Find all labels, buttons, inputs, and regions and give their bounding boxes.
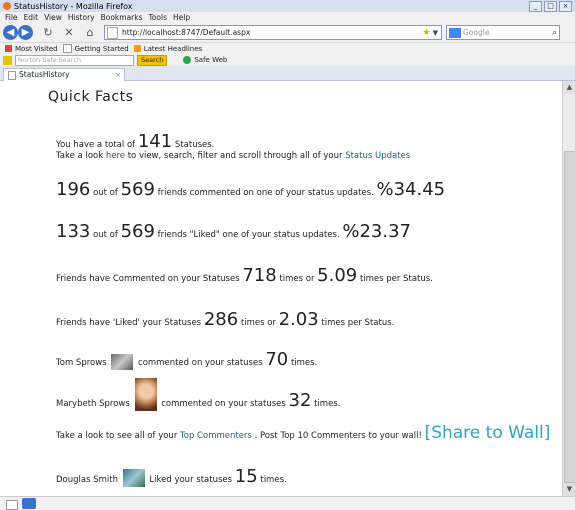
stop-icon[interactable]: ✕	[63, 26, 75, 39]
window-titlebar: StatusHistory - Mozilla Firefox _ □ ×	[0, 0, 575, 12]
menu-file[interactable]: File	[5, 13, 18, 22]
page-content: Quick Facts You have a total of 141 Stat…	[0, 81, 562, 496]
bookmark-latest-headlines[interactable]: Latest Headlines	[133, 45, 202, 53]
norton-search-input[interactable]: Norton Safe Search	[15, 54, 134, 66]
bookmark-icon	[5, 45, 12, 52]
scroll-thumb[interactable]	[564, 151, 575, 483]
reload-icon[interactable]: ↻	[42, 26, 54, 39]
avatar[interactable]	[122, 469, 145, 487]
url-dropdown-icon[interactable]: ▼	[433, 29, 438, 37]
safe-web-icon	[183, 56, 192, 64]
scroll-up-icon[interactable]: ▲	[563, 81, 575, 94]
top-commenters-link[interactable]: Top Commenters	[180, 431, 252, 441]
bookmarks-toolbar: Most Visited Getting Started Latest Head…	[0, 43, 575, 54]
avatar[interactable]	[134, 378, 157, 411]
rss-icon	[133, 45, 141, 52]
status-updates-link[interactable]: Status Updates	[345, 151, 410, 161]
menu-history[interactable]: History	[68, 13, 95, 22]
take-a-look-line: Take a look here to view, search, filter…	[56, 151, 411, 161]
close-tab-icon[interactable]: ×	[115, 69, 121, 81]
norton-icon	[3, 55, 12, 65]
like-count-stat: Friends have 'Liked' your Statuses 286 t…	[56, 309, 395, 330]
google-icon	[449, 27, 461, 38]
here-link[interactable]: here	[106, 151, 125, 161]
menu-bar: File Edit View History Bookmarks Tools H…	[0, 12, 575, 23]
scroll-down-icon[interactable]: ▼	[563, 483, 575, 496]
page-icon	[62, 44, 72, 53]
total-count: 141	[137, 131, 173, 152]
search-icon[interactable]: ⌕	[552, 28, 557, 38]
url-bar[interactable]: http://localhost:8747/Default.aspx ★ ▼	[104, 25, 442, 40]
liked-percent: %23.37	[342, 221, 411, 242]
top-commenters-line: Take a look to see all of your Top Comme…	[56, 423, 551, 443]
bookmark-star-icon[interactable]: ★	[423, 28, 431, 38]
menu-view[interactable]: View	[44, 13, 62, 22]
bookmark-most-visited[interactable]: Most Visited	[5, 45, 58, 53]
bookmark-getting-started[interactable]: Getting Started	[62, 44, 129, 53]
menu-help[interactable]: Help	[173, 13, 190, 22]
liked-friends-stat: 133 out of 569 friends "Liked" one of yo…	[56, 221, 411, 242]
firefox-icon	[3, 2, 11, 10]
tab-bar: StatusHistory ×	[0, 66, 575, 81]
comment-count-stat: Friends have Commented on your Statuses …	[56, 265, 433, 286]
tab-statushistory[interactable]: StatusHistory ×	[3, 68, 125, 81]
menu-tools[interactable]: Tools	[149, 13, 167, 22]
tab-title: StatusHistory	[19, 70, 70, 79]
search-placeholder: Google	[463, 28, 490, 37]
menu-edit[interactable]: Edit	[24, 13, 39, 22]
menu-bookmarks[interactable]: Bookmarks	[101, 13, 143, 22]
status-bar	[0, 496, 575, 510]
safe-web-button[interactable]: Safe Web	[183, 56, 227, 64]
navigation-toolbar: ◀ ▶ ↻ ✕ ⌂ http://localhost:8747/Default.…	[0, 23, 575, 43]
url-text: http://localhost:8747/Default.aspx	[122, 28, 251, 37]
page-icon	[107, 26, 118, 39]
norton-toolbar: Norton Safe Search Search Safe Web	[0, 54, 575, 66]
window-title: StatusHistory - Mozilla Firefox	[14, 1, 133, 11]
page-icon	[8, 70, 16, 80]
forward-button[interactable]: ▶	[18, 25, 33, 40]
maximize-icon[interactable]: □	[544, 0, 557, 12]
top-commenter-1: Tom Sprows commented on your statuses 70…	[56, 349, 318, 370]
page-title: Quick Facts	[48, 89, 134, 105]
close-icon[interactable]: ×	[559, 0, 572, 12]
top-liker-1: Douglas Smith Liked your statuses 15 tim…	[56, 466, 287, 487]
page-scrollbar[interactable]: ▲ ▼	[562, 81, 575, 496]
addon-icon[interactable]	[22, 498, 36, 509]
window-controls: _ □ ×	[529, 0, 572, 12]
share-to-wall-button[interactable]: [Share to Wall]	[425, 423, 551, 443]
minimize-icon[interactable]: _	[529, 0, 542, 12]
back-button[interactable]: ◀	[3, 25, 18, 40]
search-box[interactable]: Google ⌕	[446, 25, 560, 40]
home-icon[interactable]: ⌂	[84, 26, 96, 39]
norton-search-button[interactable]: Search	[137, 54, 168, 66]
commented-friends-stat: 196 out of 569 friends commented on one …	[56, 179, 446, 200]
avatar[interactable]	[111, 354, 134, 370]
top-commenter-2: Marybeth Sprows commented on your status…	[56, 378, 340, 411]
commented-percent: %34.45	[376, 179, 446, 200]
total-statuses: You have a total of 141 Statuses.	[56, 131, 215, 152]
